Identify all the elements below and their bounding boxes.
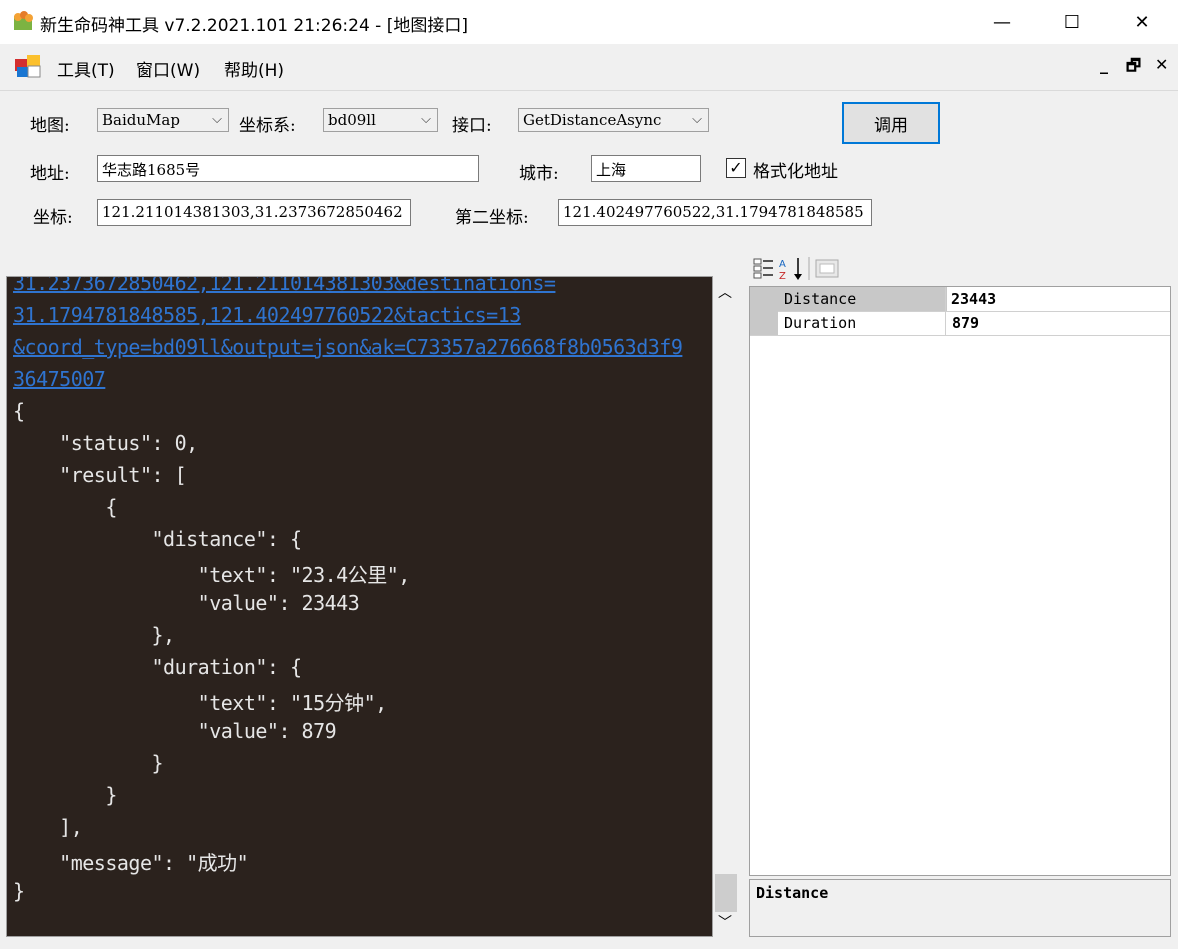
format-address-checkbox[interactable]: ✓ [726, 158, 746, 178]
json-line: ], [13, 815, 83, 839]
city-input[interactable]: 上海 [591, 155, 701, 182]
scroll-up-icon[interactable]: ︿ [718, 282, 732, 302]
mdi-child-icon[interactable] [14, 53, 42, 79]
menu-window[interactable]: 窗口(W) [136, 56, 200, 81]
city-label: 城市: [519, 164, 559, 184]
url-line[interactable]: 31.2373672850462,121.211014381303&destin… [13, 277, 556, 295]
minimize-button[interactable]: — [973, 0, 1031, 44]
coord-label: 坐标: [33, 208, 73, 228]
row-margin [750, 311, 778, 335]
categorized-icon[interactable] [753, 258, 773, 279]
address-input[interactable]: 华志路1685号 [97, 155, 479, 182]
alphabetical-sort-icon[interactable]: A Z [779, 258, 802, 282]
coord-sys-select-value: bd09ll [328, 111, 376, 129]
map-label: 地图: [30, 116, 70, 136]
scroll-down-icon[interactable]: ﹀ [718, 912, 732, 932]
format-address-label[interactable]: 格式化地址 [753, 157, 838, 182]
mdi-restore-button[interactable]: 🗗 [1126, 55, 1141, 82]
json-line: "value": 23443 [13, 591, 360, 615]
chevron-down-icon: ⌵ [212, 112, 222, 127]
api-label: 接口: [452, 116, 492, 136]
map-select[interactable]: BaiduMap ⌵ [97, 108, 229, 132]
json-line: } [13, 879, 25, 903]
json-line: "duration": { [13, 655, 302, 679]
property-row[interactable]: Duration 879 [750, 311, 1170, 336]
json-line: "result": [ [13, 463, 187, 487]
svg-text:A: A [779, 259, 786, 270]
json-line: "distance": { [13, 527, 302, 551]
json-line: } [13, 751, 164, 775]
editor-scrollbar[interactable] [713, 276, 738, 937]
invoke-button[interactable]: 调用 [842, 102, 940, 144]
json-line: } [13, 783, 117, 807]
api-select-value: GetDistanceAsync [523, 111, 662, 129]
close-button[interactable]: ✕ [1113, 0, 1171, 44]
url-line[interactable]: &coord_type=bd09ll&output=json&ak=C73357… [13, 335, 683, 359]
property-pages-icon[interactable] [815, 259, 839, 278]
property-row-selected[interactable]: Distance 23443 [750, 287, 1170, 312]
json-line: }, [13, 623, 175, 647]
mdi-close-button[interactable]: ✕ [1155, 55, 1168, 74]
chevron-down-icon: ⌵ [692, 112, 702, 127]
property-description: Distance [749, 879, 1171, 937]
maximize-button[interactable]: ☐ [1043, 0, 1101, 44]
json-line: "text": "15分钟", [13, 691, 388, 715]
coord-sys-label: 坐标系: [239, 116, 296, 136]
json-line: "status": 0, [13, 431, 198, 455]
coord-input[interactable]: 121.211014381303,31.2373672850462 [97, 199, 411, 226]
chevron-down-icon: ⌵ [421, 112, 431, 127]
property-grid-toolbar: A Z [753, 257, 839, 282]
row-margin [750, 287, 778, 311]
property-name[interactable]: Duration [778, 311, 946, 335]
property-name[interactable]: Distance [778, 287, 946, 311]
output-editor[interactable]: 31.2373672850462,121.211014381303&destin… [6, 276, 713, 937]
api-select[interactable]: GetDistanceAsync ⌵ [518, 108, 709, 132]
second-coord-input[interactable]: 121.402497760522,31.1794781848585 [558, 199, 872, 226]
second-coord-label: 第二坐标: [455, 208, 529, 228]
scrollbar-thumb[interactable] [715, 874, 737, 912]
menu-help[interactable]: 帮助(H) [224, 56, 284, 81]
json-line: "message": "成功" [13, 851, 249, 875]
json-line: "value": 879 [13, 719, 337, 743]
mdi-minimize-button[interactable]: _ [1100, 55, 1108, 74]
url-line[interactable]: 36475007 [13, 367, 106, 391]
json-line: "text": "23.4公里", [13, 563, 411, 587]
window-title: 新生命码神工具 v7.2.2021.101 21:26:24 - [地图接口] [40, 16, 468, 36]
property-value[interactable]: 23443 [947, 287, 1170, 311]
svg-text:Z: Z [779, 271, 786, 282]
property-value[interactable]: 879 [948, 311, 983, 335]
app-icon [14, 11, 33, 30]
property-grid[interactable]: Distance 23443 Duration 879 [749, 286, 1171, 876]
address-label: 地址: [30, 164, 70, 184]
menu-tools[interactable]: 工具(T) [57, 56, 115, 81]
json-line: { [13, 495, 117, 519]
map-select-value: BaiduMap [102, 111, 180, 129]
url-line[interactable]: 31.1794781848585,121.402497760522&tactic… [13, 303, 521, 327]
json-line: { [13, 399, 25, 423]
coord-sys-select[interactable]: bd09ll ⌵ [323, 108, 438, 132]
